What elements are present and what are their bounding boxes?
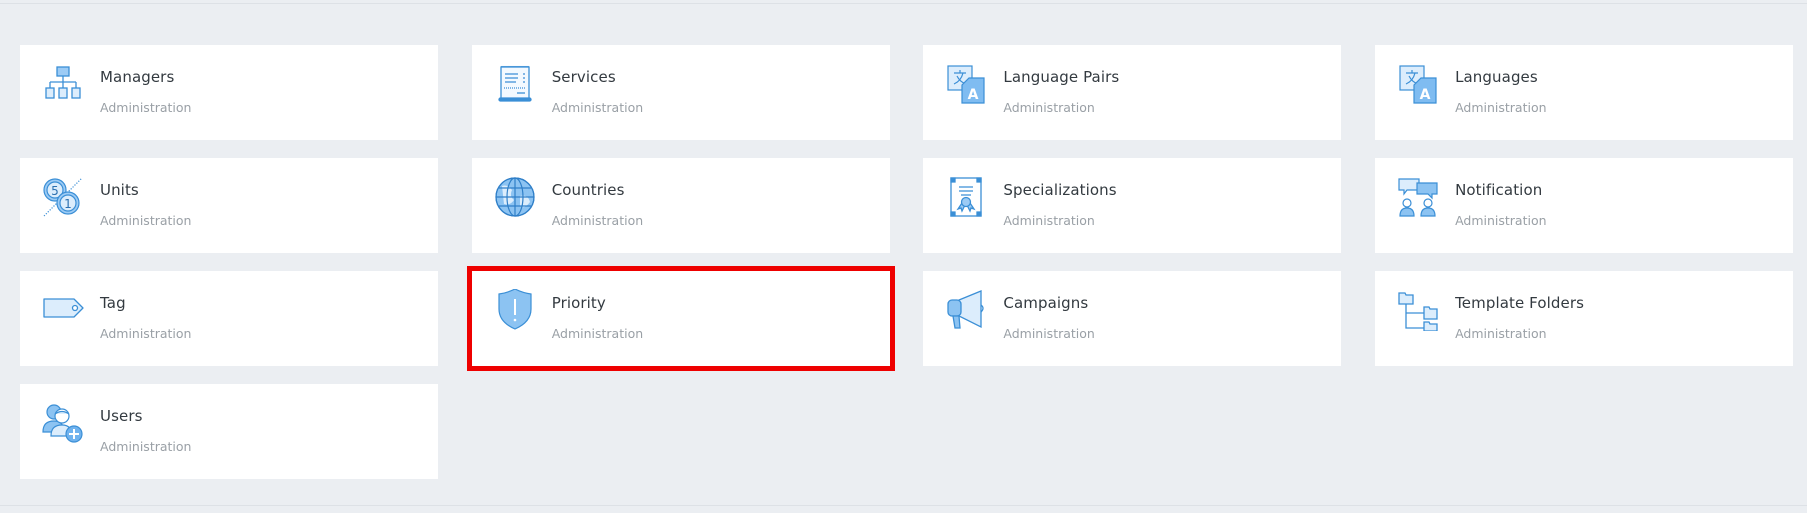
card-units[interactable]: 5 1 Units Administration bbox=[20, 158, 438, 253]
card-countries[interactable]: Countries Administration bbox=[471, 158, 890, 253]
folder-tree-icon bbox=[1397, 289, 1439, 331]
top-divider bbox=[0, 3, 1807, 4]
translate-icon: A bbox=[945, 63, 987, 105]
card-title: Language Pairs bbox=[1003, 68, 1120, 86]
card-notification[interactable]: Notification Administration bbox=[1375, 158, 1794, 253]
svg-text:5: 5 bbox=[51, 184, 59, 198]
card-managers[interactable]: Managers Administration bbox=[20, 45, 438, 140]
card-title: Services bbox=[551, 68, 616, 86]
translate-icon: A bbox=[1397, 63, 1439, 105]
card-title: Users bbox=[100, 407, 143, 425]
card-language-pairs[interactable]: A Language Pairs Administration bbox=[923, 45, 1342, 140]
card-campaigns[interactable]: Campaigns Administration bbox=[923, 271, 1342, 366]
card-services[interactable]: Services Administration bbox=[471, 45, 890, 140]
megaphone-icon bbox=[945, 289, 987, 331]
card-subtitle: Administration bbox=[1455, 326, 1547, 341]
svg-text:A: A bbox=[1420, 87, 1431, 103]
card-languages[interactable]: A Languages Administration bbox=[1375, 45, 1794, 140]
add-user-icon bbox=[42, 402, 84, 444]
card-subtitle: Administration bbox=[551, 326, 644, 341]
svg-text:1: 1 bbox=[64, 197, 72, 211]
card-tag[interactable]: Tag Administration bbox=[20, 271, 438, 366]
card-title: Specializations bbox=[1003, 181, 1117, 199]
shield-alert-icon bbox=[494, 289, 536, 331]
card-subtitle: Administration bbox=[1003, 100, 1095, 115]
chat-users-icon bbox=[1397, 176, 1439, 218]
card-subtitle: Administration bbox=[1455, 213, 1547, 228]
card-subtitle: Administration bbox=[551, 213, 644, 228]
card-subtitle: Administration bbox=[100, 100, 192, 115]
bottom-divider bbox=[0, 505, 1807, 506]
card-users[interactable]: Users Administration bbox=[20, 384, 438, 479]
card-title: Units bbox=[100, 181, 139, 199]
card-subtitle: Administration bbox=[1455, 100, 1547, 115]
card-template-folders[interactable]: Template Folders Administration bbox=[1375, 271, 1794, 366]
card-subtitle: Administration bbox=[1003, 213, 1095, 228]
org-chart-icon bbox=[42, 63, 84, 105]
card-subtitle: Administration bbox=[1003, 326, 1095, 341]
units-coins-icon: 5 1 bbox=[42, 176, 84, 218]
tag-icon bbox=[42, 289, 84, 331]
card-title: Campaigns bbox=[1003, 294, 1089, 312]
card-title: Priority bbox=[551, 294, 606, 312]
card-title: Languages bbox=[1455, 68, 1538, 86]
card-title: Template Folders bbox=[1455, 294, 1585, 312]
card-subtitle: Administration bbox=[100, 439, 192, 454]
card-title: Tag bbox=[100, 294, 126, 312]
card-priority[interactable]: Priority Administration bbox=[466, 266, 895, 371]
administration-grid: Managers Administration Services Adminis… bbox=[20, 45, 1794, 479]
card-title: Countries bbox=[551, 181, 625, 199]
card-subtitle: Administration bbox=[100, 213, 192, 228]
card-title: Notification bbox=[1455, 181, 1543, 199]
svg-text:A: A bbox=[968, 87, 979, 103]
receipt-icon bbox=[494, 63, 536, 105]
card-subtitle: Administration bbox=[100, 326, 192, 341]
card-title: Managers bbox=[100, 68, 175, 86]
card-specializations[interactable]: Specializations Administration bbox=[923, 158, 1342, 253]
globe-icon bbox=[494, 176, 536, 218]
certificate-icon bbox=[945, 176, 987, 218]
card-subtitle: Administration bbox=[551, 100, 644, 115]
